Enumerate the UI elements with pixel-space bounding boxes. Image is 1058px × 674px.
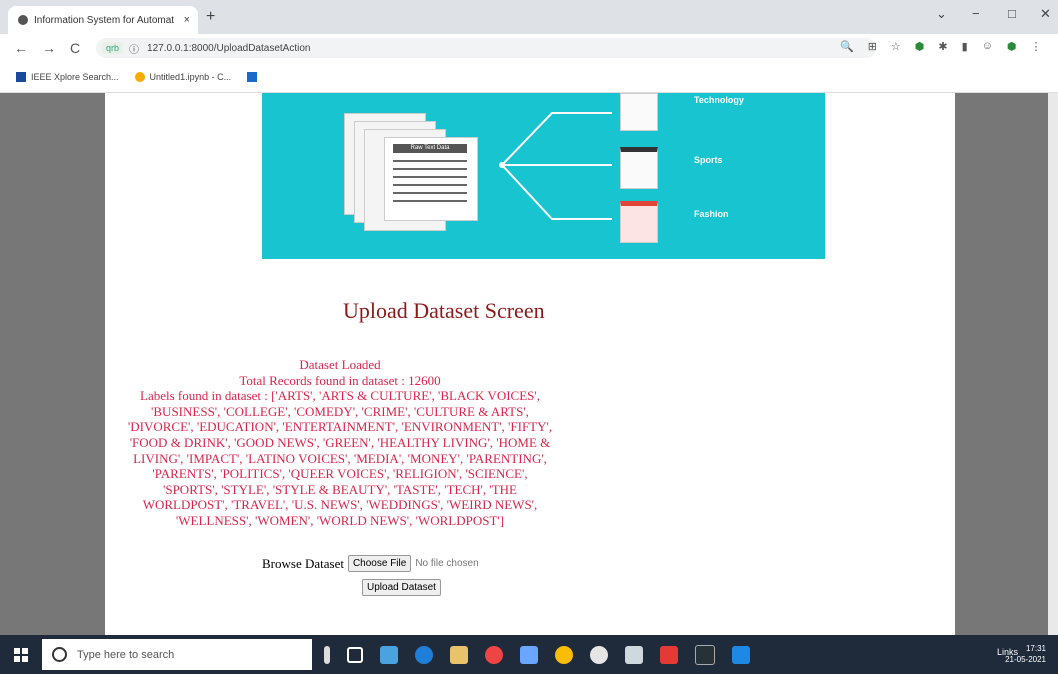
search-placeholder: Type here to search xyxy=(77,648,175,661)
status-line: 'BUSINESS', 'COLLEGE', 'COMEDY', 'CRIME'… xyxy=(151,403,529,419)
bookmark-label: IEEE Xplore Search... xyxy=(31,72,119,82)
upload-dataset-button[interactable]: Upload Dataset xyxy=(362,579,441,596)
bookmark-3[interactable] xyxy=(247,72,262,82)
app-icon[interactable] xyxy=(660,645,678,664)
maximize-icon[interactable]: □ xyxy=(1008,6,1016,21)
app-icon[interactable] xyxy=(380,645,398,664)
page-viewport: Raw Text Data Technology Sports Fashion xyxy=(0,93,1058,635)
fashion-box xyxy=(620,201,658,243)
bookmark-ieee[interactable]: IEEE Xplore Search... xyxy=(16,72,119,82)
extension-badge[interactable]: qrb xyxy=(102,42,124,54)
app-icon[interactable] xyxy=(485,645,503,664)
new-tab-button[interactable]: + xyxy=(206,8,215,26)
time: 17:31 xyxy=(1025,644,1046,653)
forward-icon[interactable]: → xyxy=(42,40,56,56)
share-icon[interactable]: ⊞ xyxy=(868,40,877,53)
mic-icon[interactable] xyxy=(324,645,330,664)
bookmarks-bar: IEEE Xplore Search... Untitled1.ipynb - … xyxy=(0,62,1058,93)
banner-image: Raw Text Data Technology Sports Fashion xyxy=(262,93,825,259)
globe-icon xyxy=(18,15,28,25)
bookmark-label: Untitled1.ipynb - C... xyxy=(149,72,232,82)
edge-icon[interactable] xyxy=(415,645,433,664)
status-line: Total Records found in dataset : 12600 xyxy=(239,372,441,388)
back-icon[interactable]: ← xyxy=(14,40,28,56)
puzzle-icon[interactable]: ✱ xyxy=(938,40,947,53)
app-icon[interactable] xyxy=(625,645,643,664)
status-line: Labels found in dataset : ['ARTS', 'ARTS… xyxy=(140,388,540,404)
address-bar[interactable]: qrb ⓘ 127.0.0.1:8000/UploadDatasetAction xyxy=(96,38,876,58)
choose-file-button[interactable]: Choose File xyxy=(347,555,412,572)
profile-icon[interactable]: ☺ xyxy=(982,40,993,53)
tab-title: Information System for Automat xyxy=(34,14,175,26)
clock[interactable]: 17:31 21-05-2021 xyxy=(1005,643,1046,665)
status-message: Dataset Loaded Total Records found in da… xyxy=(105,357,575,529)
status-line: 'DIVORCE', 'EDUCATION', 'ENTERTAINMENT',… xyxy=(127,419,553,435)
minimize-icon[interactable]: − xyxy=(972,6,980,21)
status-line: LIVING', 'IMPACT', 'LATINO VOICES', 'MED… xyxy=(133,450,547,466)
browse-label: Browse Dataset xyxy=(262,555,344,571)
status-line: WORLDPOST', 'TRAVEL', 'U.S. NEWS', 'WEDD… xyxy=(142,497,538,513)
extension-icon[interactable]: ⬢ xyxy=(1007,40,1017,53)
status-line: 'SPORTS', 'STYLE', 'STYLE & BEAUTY', 'TA… xyxy=(163,481,517,497)
terminal-icon[interactable] xyxy=(695,644,715,665)
tab-strip: Information System for Automat × + ⌄ − □… xyxy=(0,0,1058,34)
star-icon[interactable]: ☆ xyxy=(891,40,901,53)
date: 21-05-2021 xyxy=(1005,655,1046,664)
word-icon[interactable] xyxy=(732,645,750,664)
category-fashion: Fashion xyxy=(694,209,729,219)
bookmark-icon xyxy=(247,72,258,82)
menu-icon[interactable]: ⋮ xyxy=(1031,40,1042,53)
store-icon[interactable] xyxy=(450,645,468,664)
raw-text-doc: Raw Text Data xyxy=(384,137,478,221)
status-line: 'FOOD & DRINK', 'GOOD NEWS', 'GREEN', 'H… xyxy=(129,434,551,450)
zoom-icon[interactable]: 🔍 xyxy=(840,40,854,53)
status-line: Dataset Loaded xyxy=(299,357,381,372)
bookmark-colab[interactable]: Untitled1.ipynb - C... xyxy=(134,72,232,82)
sidepanel-icon[interactable]: ▮ xyxy=(962,40,968,53)
status-line: 'PARENTS', 'POLITICS', 'QUEER VOICES', '… xyxy=(152,466,528,482)
page-title: Upload Dataset Screen xyxy=(343,298,545,323)
category-technology: Technology xyxy=(694,95,744,105)
doc-label: Raw Text Data xyxy=(393,144,467,153)
close-window-icon[interactable]: ✕ xyxy=(1040,6,1051,22)
scrollbar[interactable] xyxy=(1048,93,1058,635)
ieee-icon xyxy=(16,72,26,82)
toolbar-icons: 🔍 ⊞ ☆ ⬢ ✱ ▮ ☺ ⬢ ⋮ xyxy=(840,40,1042,53)
browser-toolbar: ← → C qrb ⓘ 127.0.0.1:8000/UploadDataset… xyxy=(0,34,1058,62)
info-icon[interactable]: ⓘ xyxy=(129,41,139,56)
sports-box xyxy=(620,147,658,189)
category-sports: Sports xyxy=(694,155,723,165)
browser-tab[interactable]: Information System for Automat × xyxy=(8,6,198,34)
browse-row: Browse Dataset Choose File No file chose… xyxy=(262,555,479,572)
status-line: 'WELLNESS', 'WOMEN', 'WORLD NEWS', 'WORL… xyxy=(175,512,505,528)
connector-lines xyxy=(499,112,612,220)
page-content: Raw Text Data Technology Sports Fashion xyxy=(105,93,955,635)
technology-box xyxy=(620,93,658,131)
close-tab-icon[interactable]: × xyxy=(184,14,190,26)
reload-icon[interactable]: C xyxy=(70,40,80,56)
app-icon[interactable] xyxy=(590,645,608,664)
taskbar: Type here to search Links 17:31 21-05-20… xyxy=(0,635,1058,674)
task-view-icon[interactable] xyxy=(347,646,363,663)
search-icon xyxy=(52,647,67,662)
taskbar-search[interactable]: Type here to search xyxy=(42,639,312,670)
shield-icon[interactable]: ⬢ xyxy=(915,40,925,53)
windows-start-icon[interactable] xyxy=(14,647,28,662)
chevron-down-icon[interactable]: ⌄ xyxy=(936,6,947,22)
upload-row: Upload Dataset xyxy=(358,577,441,596)
chrome-icon[interactable] xyxy=(555,645,573,664)
file-status: No file chosen xyxy=(415,558,479,569)
app-icon[interactable] xyxy=(520,645,538,664)
url-text[interactable]: 127.0.0.1:8000/UploadDatasetAction xyxy=(147,43,310,54)
colab-icon xyxy=(134,72,145,82)
